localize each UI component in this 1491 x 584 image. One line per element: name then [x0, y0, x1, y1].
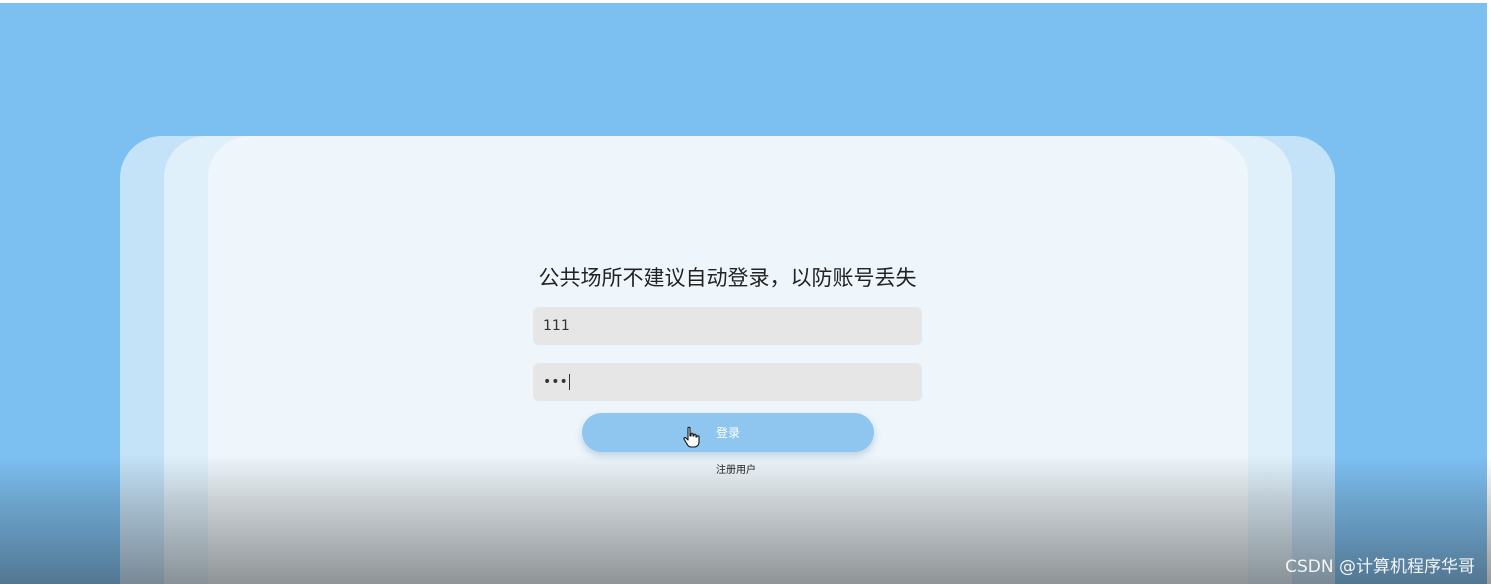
login-button-label: 登录: [715, 426, 740, 440]
watermark: CSDN @计算机程序华哥: [1285, 557, 1475, 577]
text-caret: [568, 374, 570, 390]
password-input[interactable]: •••: [533, 363, 922, 401]
username-input[interactable]: 111: [533, 307, 922, 345]
right-edge: [1487, 0, 1491, 584]
login-card: [208, 136, 1248, 584]
login-title: 公共场所不建议自动登录，以防账号丢失: [538, 266, 917, 290]
register-link[interactable]: 注册用户: [700, 461, 772, 476]
login-button[interactable]: 登录: [582, 413, 874, 452]
top-edge: [0, 0, 1491, 3]
password-value: •••: [543, 374, 568, 390]
hand-pointer-icon: [683, 426, 700, 448]
username-value: 111: [543, 318, 570, 334]
